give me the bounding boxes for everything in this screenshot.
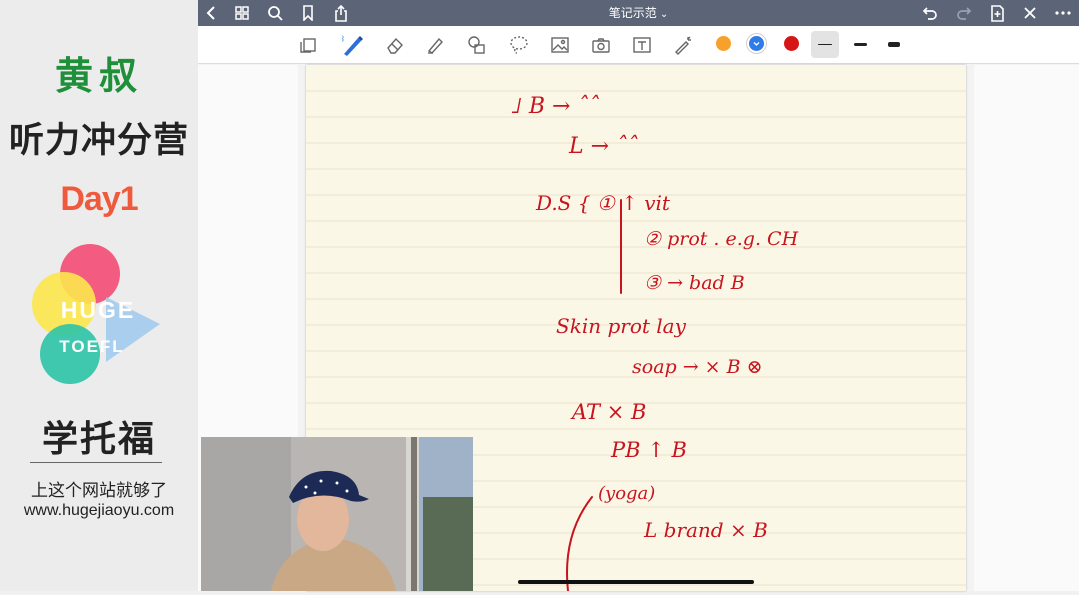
logo-text-toefl: TOEFL xyxy=(59,337,124,356)
redo-icon[interactable] xyxy=(954,3,974,23)
school-name: 学托福 xyxy=(41,419,156,460)
note-line-2: L → ˆˆ xyxy=(568,134,638,159)
chevron-down-icon xyxy=(753,42,760,46)
note-line-5: ③ → bad B xyxy=(644,272,745,294)
stroke-thick[interactable] xyxy=(888,42,900,47)
image-icon[interactable] xyxy=(549,34,571,56)
home-indicator xyxy=(518,580,754,584)
promo-panel: 黄叔 听力冲分营 Day1 HUGE TOEFL 学托福 上这个网站就够了 ww… xyxy=(0,0,198,591)
slogan: 上这个网站就够了 xyxy=(31,481,167,501)
close-icon[interactable] xyxy=(1020,3,1040,23)
add-page-icon[interactable] xyxy=(987,3,1007,23)
text-icon[interactable] xyxy=(631,34,653,56)
note-line-6: Skin prot lay xyxy=(556,314,687,338)
logo-text-huge: HUGE xyxy=(61,297,135,323)
curve-stroke xyxy=(566,496,593,591)
huge-toefl-logo: HUGE TOEFL xyxy=(32,244,160,384)
stroke-medium[interactable] xyxy=(854,43,867,46)
svg-text:ᛒ: ᛒ xyxy=(341,35,345,43)
presenter-image xyxy=(201,437,473,591)
note-line-8: AT × B xyxy=(570,400,646,424)
brand-name: 黄叔 xyxy=(54,53,143,98)
laser-icon[interactable] xyxy=(672,34,694,56)
camera-icon[interactable] xyxy=(590,34,612,56)
document-title-text: 笔记示范 xyxy=(608,6,657,20)
course-title: 听力冲分营 xyxy=(8,121,189,161)
day-label: Day1 xyxy=(60,180,138,218)
navigation-bar: 笔记示范 ⌄ xyxy=(198,0,1079,26)
note-line-4: ② prot . e.g. CH xyxy=(644,228,799,250)
note-line-9: PB ↑ B xyxy=(610,438,687,462)
color-red[interactable] xyxy=(784,36,799,51)
highlighter-icon[interactable] xyxy=(424,34,446,56)
note-line-3: D.S { ① ↑ vit xyxy=(535,191,671,215)
canvas-margin-right xyxy=(974,65,1079,591)
note-line-11: L brand × B xyxy=(643,518,768,542)
document-title[interactable]: 笔记示范 ⌄ xyxy=(198,4,1079,21)
drawing-toolbar: ᛒ xyxy=(198,26,1079,64)
more-icon[interactable] xyxy=(1053,3,1073,23)
chevron-down-icon: ⌄ xyxy=(659,9,669,20)
pen-icon[interactable]: ᛒ xyxy=(340,34,366,56)
color-blue-selected[interactable] xyxy=(749,36,764,51)
note-line-1: ˩ B → ˆˆ xyxy=(511,94,599,119)
shapes-icon[interactable] xyxy=(465,34,487,56)
website-url: www.hugejiaoyu.com xyxy=(23,502,175,519)
color-orange[interactable] xyxy=(716,36,731,51)
eraser-icon[interactable] xyxy=(384,34,406,56)
lasso-icon[interactable] xyxy=(508,34,530,56)
note-line-7: soap → × B ⊗ xyxy=(632,356,763,378)
page-icon[interactable] xyxy=(297,34,319,56)
undo-icon[interactable] xyxy=(920,3,940,23)
presenter-video xyxy=(201,437,473,591)
divider xyxy=(30,462,162,463)
stroke-thin-line xyxy=(818,44,832,45)
note-line-10: (yoga) xyxy=(598,483,655,504)
